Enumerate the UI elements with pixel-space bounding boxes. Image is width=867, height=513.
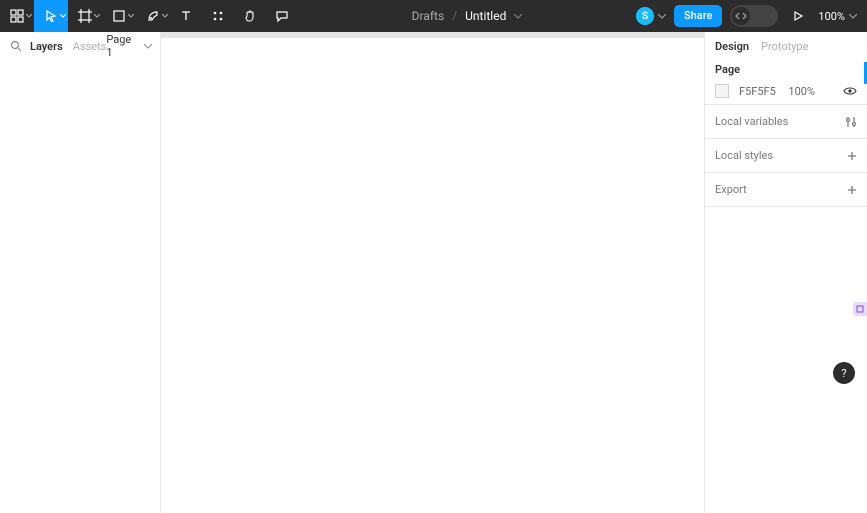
file-title[interactable]: Untitled [465,9,506,23]
tab-prototype[interactable]: Prototype [761,40,808,53]
present-button[interactable] [786,10,810,22]
left-panel: Layers Assets Page 1 [0,32,161,513]
chevron-down-icon [94,14,100,18]
layers-tree [0,60,160,513]
page-selector[interactable]: Page 1 [106,33,152,59]
tab-design[interactable]: Design [715,40,749,53]
plus-icon [847,151,857,161]
pen-tool[interactable] [136,0,170,32]
export-row[interactable]: Export [705,173,867,207]
sliders-icon [845,116,857,128]
row-label: Local styles [715,149,773,162]
page-section-title: Page [715,63,857,76]
color-swatch[interactable] [715,84,729,98]
shape-tool[interactable] [102,0,136,32]
resources-tool[interactable] [202,0,234,32]
main-menu-tool[interactable] [0,0,34,32]
code-icon [732,7,750,25]
dev-mode-toggle[interactable] [730,5,778,27]
collapse-panel-tab[interactable] [853,302,867,316]
hand-tool[interactable] [234,0,266,32]
chevron-down-icon [26,14,32,18]
tab-layers[interactable]: Layers [30,40,63,53]
share-button[interactable]: Share [674,5,722,27]
chevron-down-icon[interactable] [514,14,522,19]
plus-icon [847,185,857,195]
chevron-down-icon [162,14,168,18]
frame-tool[interactable] [68,0,102,32]
topbar: Drafts / Untitled S Share 100% [0,0,867,32]
zoom-value: 100% [818,10,845,23]
background-row[interactable]: F5F5F5 100% [715,84,857,98]
move-tool[interactable] [34,0,68,32]
chevron-down-icon [128,14,134,18]
breadcrumb-parent[interactable]: Drafts [412,9,445,23]
comment-tool[interactable] [266,0,298,32]
canvas-frame[interactable] [161,38,704,513]
chevron-down-icon [849,14,857,19]
canvas[interactable] [161,32,704,513]
row-label: Local variables [715,115,788,128]
help-button[interactable]: ? [833,362,855,384]
chevron-down-icon [658,14,666,19]
page-label: Page 1 [106,33,140,59]
background-hex[interactable]: F5F5F5 [739,85,776,98]
background-opacity[interactable]: 100% [788,85,815,98]
breadcrumb[interactable]: Drafts / Untitled [298,9,636,23]
tab-assets[interactable]: Assets [73,40,107,53]
right-panel: Design Prototype Page F5F5F5 100% Local … [704,32,867,513]
text-tool[interactable] [170,0,202,32]
breadcrumb-sep: / [452,9,457,23]
user-menu[interactable]: S [636,7,666,25]
local-variables-row[interactable]: Local variables [705,105,867,139]
topbar-right: S Share 100% [636,0,867,32]
tool-group [0,0,298,32]
chevron-down-icon [60,14,66,18]
avatar: S [636,7,654,25]
search-icon[interactable] [10,40,22,52]
eye-icon[interactable] [843,86,857,96]
zoom-menu[interactable]: 100% [818,10,857,23]
row-label: Export [715,183,747,196]
local-styles-row[interactable]: Local styles [705,139,867,173]
chevron-down-icon [144,44,152,49]
